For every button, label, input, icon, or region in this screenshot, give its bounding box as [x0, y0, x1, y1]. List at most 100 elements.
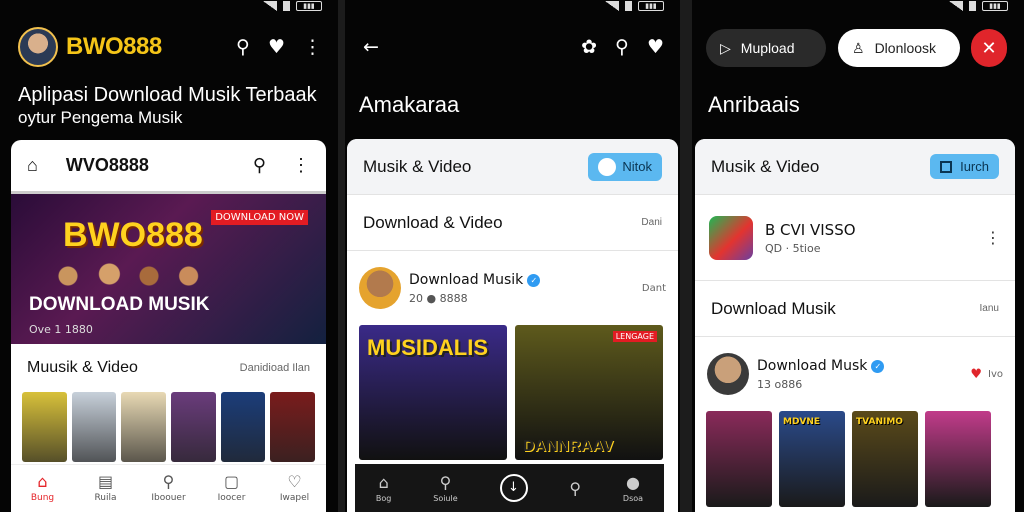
search-icon[interactable]: ⚲: [236, 37, 250, 57]
artist-avatar: [359, 267, 401, 309]
section-header-title: Musik & Video: [363, 156, 472, 176]
divider: [338, 0, 345, 512]
album-poster[interactable]: MUSIDALIS: [359, 325, 507, 460]
settings-icon[interactable]: ✿: [581, 37, 597, 57]
search-icon[interactable]: ⚲: [253, 155, 266, 176]
search-icon: ⚲: [439, 473, 452, 492]
verified-icon: ✓: [871, 359, 885, 373]
clock-icon: ↓: [499, 474, 528, 502]
poster-title: TVANIMO: [856, 417, 903, 427]
nav-item[interactable]: ♡ Iwapel: [263, 465, 326, 512]
artist-meta: 20 ● 8888: [409, 291, 468, 305]
artist-name: Download Musik: [409, 271, 524, 288]
battery-icon: ▮▮▮: [296, 1, 322, 11]
app-list-item[interactable]: B CVI VISSO QD · 5tioe ⋮: [695, 195, 1015, 281]
home-icon: ⌂: [37, 472, 48, 491]
download-label: Dlonloosk: [874, 40, 937, 56]
section-title-row: Download Musik Ianu: [695, 281, 1015, 337]
signal-icon: [605, 1, 619, 11]
page-title: Aplipasi Download Musik Terbaak: [18, 84, 317, 106]
nav-label: Bung: [30, 493, 55, 503]
app-bar-title: WVO8888: [65, 155, 149, 175]
nav-item[interactable]: ▤ Ruila: [74, 465, 137, 512]
artist-action[interactable]: Ivo: [988, 369, 1003, 380]
section-title: Download Musik: [711, 298, 836, 318]
search-chip[interactable]: Iurch: [930, 154, 999, 179]
section-link[interactable]: Danidioad Ilan: [240, 362, 310, 374]
signal-icon: [949, 1, 963, 11]
nav-label: Ruila: [94, 493, 117, 503]
more-icon[interactable]: ⋮: [985, 228, 1001, 247]
heart-icon[interactable]: ♥: [647, 37, 664, 57]
nav-item[interactable]: ⌂ Bung: [11, 465, 74, 512]
user-icon: ♙: [852, 39, 865, 56]
more-icon[interactable]: ⋮: [292, 155, 310, 176]
search-icon[interactable]: ⚲: [615, 37, 629, 57]
battery-icon: ▮▮▮: [638, 1, 664, 11]
stage: ▮▮▮ BWO888 ⚲ ♥ ⋮ Aplipasi Download Musik…: [0, 0, 1024, 512]
nav-item[interactable]: ⌂ Bog: [376, 473, 391, 503]
artist-action[interactable]: Dant: [642, 283, 666, 294]
home-icon[interactable]: ⌂: [27, 155, 38, 176]
album-poster[interactable]: MDVNE: [779, 411, 845, 507]
profile-icon: ●: [625, 473, 640, 492]
close-icon[interactable]: ✕: [971, 29, 1007, 67]
thumbnail-row: [11, 392, 326, 462]
more-icon[interactable]: ⋮: [303, 37, 322, 57]
nav-item[interactable]: ⚲ Soiule: [433, 473, 457, 503]
video-thumbnail[interactable]: [22, 392, 67, 462]
album-poster[interactable]: [925, 411, 991, 507]
battery-icon: ▮▮▮: [982, 1, 1008, 11]
filter-chip[interactable]: Nitok: [588, 152, 662, 181]
avatar[interactable]: [18, 27, 58, 67]
video-thumbnail[interactable]: [71, 392, 117, 462]
back-arrow-icon[interactable]: ←: [363, 37, 379, 57]
page-title: Amakaraa: [359, 92, 460, 117]
nav-label: Soiule: [433, 494, 458, 503]
artist-row[interactable]: Download Musik ✓ 20 ● 8888 Dant: [347, 251, 678, 325]
artist-row[interactable]: Download Musk ✓ 13 o886 ♥ Ivo: [695, 337, 1015, 411]
album-poster[interactable]: [706, 411, 772, 507]
play-icon: ▷: [720, 39, 731, 56]
section-header: Musik & Video Nitok: [347, 139, 678, 195]
section-link[interactable]: Ianu: [980, 303, 999, 314]
app-text: B CVI VISSO QD · 5tioe: [765, 221, 985, 255]
section-header-title: Musik & Video: [711, 156, 820, 176]
promo-banner[interactable]: DOWNLOAD NOW BWO888 DOWNLOAD MUSIK Ove 1…: [11, 194, 326, 344]
poster-title: DANNRAAV: [523, 438, 614, 455]
poster-title: MDVNE: [783, 417, 821, 427]
chip-label: Iurch: [960, 159, 989, 174]
nav-label: Iboouer: [151, 493, 186, 503]
heart-icon[interactable]: ♥: [268, 37, 285, 57]
app-name: B CVI VISSO: [765, 220, 856, 239]
verified-icon: ✓: [527, 273, 541, 287]
download-button[interactable]: ♙ Dlonloosk: [838, 29, 960, 67]
home-icon: ⌂: [378, 473, 389, 492]
nav-item[interactable]: ↓: [499, 474, 528, 502]
nav-item[interactable]: ▢ Ioocer: [200, 465, 263, 512]
sim-icon: [283, 1, 290, 11]
video-thumbnail[interactable]: [220, 392, 266, 462]
nav-item[interactable]: ⚲ Iboouer: [137, 465, 200, 512]
album-poster[interactable]: TVANIMO: [852, 411, 918, 507]
heart-icon[interactable]: ♥: [970, 367, 982, 382]
download-badge[interactable]: DOWNLOAD NOW: [211, 210, 308, 225]
section-link[interactable]: Dani: [641, 217, 662, 228]
chat-icon: ▢: [223, 472, 240, 491]
app-card: ⌂ WVO8888 ⚲ ⋮ DOWNLOAD NOW BWO888 DOWNLO…: [11, 140, 326, 512]
section-header: Muusik & Video Danidioad Ilan: [11, 344, 326, 392]
artist-name-line: Download Musik ✓: [409, 271, 541, 288]
upload-button[interactable]: ▷ Mupload: [706, 29, 826, 67]
video-thumbnail[interactable]: [121, 392, 167, 462]
search-icon: ⚲: [569, 478, 582, 498]
nav-label: Dsoa: [622, 494, 644, 503]
app-bar: ⌂ WVO8888 ⚲ ⋮: [11, 140, 326, 194]
album-poster[interactable]: DANNRAAV LENGAGE: [515, 325, 663, 460]
status-bar: ▮▮▮: [263, 0, 322, 12]
nav-item[interactable]: ● Dsoa: [623, 473, 643, 503]
video-thumbnail[interactable]: [270, 392, 316, 462]
video-thumbnail[interactable]: [171, 392, 216, 462]
nav-item[interactable]: ⚲: [569, 479, 581, 498]
banner-brand: BWO888: [63, 216, 203, 254]
brand-logo: BWO888: [66, 33, 162, 60]
